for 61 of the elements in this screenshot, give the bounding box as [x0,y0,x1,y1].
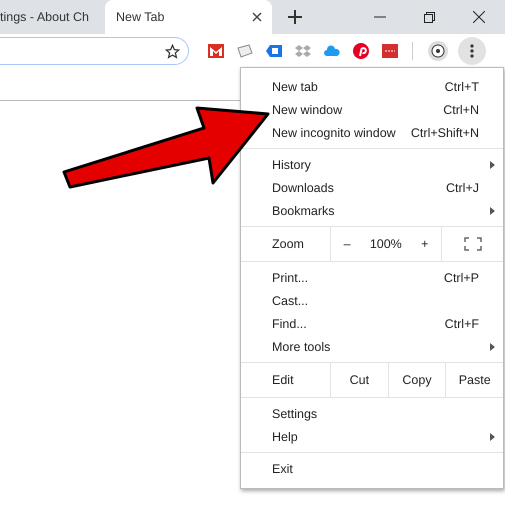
menu-item-label: Help [272,430,298,444]
menu-item-label: More tools [272,340,330,354]
fullscreen-icon[interactable] [464,237,482,251]
close-icon[interactable] [473,11,485,23]
shortcut-label: Ctrl+F [444,316,479,330]
mail-icon[interactable] [208,44,224,58]
menu-item[interactable]: More tools [272,335,503,358]
menu-item[interactable]: New incognito window Ctrl+Shift+N [272,121,503,144]
menu-item[interactable]: Exit [272,457,503,480]
edit-label: Edit [271,372,295,389]
ball-icon[interactable] [428,41,448,61]
menu-item[interactable]: Help [272,425,503,448]
zoom-label: Zoom [271,236,305,253]
menu-item-label: New incognito window [272,126,396,140]
submenu-arrow-icon [490,160,495,168]
menu-item-label: New window [272,102,342,116]
submenu-arrow-icon [490,206,495,214]
note-icon[interactable] [237,44,253,58]
shortcut-label: Ctrl+J [446,180,479,194]
zoom-level: 100% [370,237,402,251]
shortcut-label: Ctrl+T [444,80,479,94]
submenu-arrow-icon [490,432,495,440]
menu-item-label: New tab [272,80,318,94]
copy-button[interactable]: Copy [388,363,446,397]
kebab-menu-icon[interactable] [470,44,474,58]
cloud-icon[interactable] [324,44,340,58]
zoom-out-button[interactable]: – [338,237,357,251]
menu-item-label: Downloads [272,180,334,194]
minimize-icon[interactable] [374,16,386,18]
zoom-in-button[interactable]: + [415,237,434,251]
new-tab-icon[interactable] [288,10,302,24]
menu-item-label: Print... [272,270,308,284]
shortcut-label: Ctrl+Shift+N [410,126,479,140]
cut-button[interactable]: Cut [330,363,388,397]
shortcut-label: Ctrl+P [444,270,479,284]
tag-icon[interactable] [266,44,282,58]
menu-item-label: Bookmarks [272,204,335,218]
submenu-arrow-icon [490,342,495,350]
menu-item[interactable]: Print... Ctrl+P [272,266,503,289]
menu-item-label: Settings [272,406,318,420]
menu-item[interactable]: Find... Ctrl+F [272,312,503,335]
close-tab-icon[interactable] [252,12,262,22]
menu-item-label: History [272,158,311,172]
shortcut-label: Ctrl+N [443,102,479,116]
dots-icon[interactable] [382,44,398,58]
menu-item-label: Exit [272,462,293,476]
paste-button[interactable]: Paste [445,363,504,397]
restore-icon[interactable] [424,12,435,22]
menu-item[interactable]: New window Ctrl+N [272,98,503,121]
menu-button[interactable] [458,37,486,65]
menu-item[interactable]: Downloads Ctrl+J [272,176,503,199]
menu-item-label: Find... [272,316,307,330]
menu-item-label: Cast... [272,294,308,308]
menu-item[interactable]: Bookmarks [272,199,503,222]
star-icon[interactable] [165,44,180,58]
menu-item[interactable]: History [272,153,503,176]
menu-item[interactable]: New tab Ctrl+T [272,75,503,98]
menu-item[interactable]: Cast... [272,289,503,312]
menu-item[interactable]: Settings [272,402,503,425]
pin-icon[interactable] [353,43,369,59]
browser-tab[interactable]: New Tab [105,0,272,34]
